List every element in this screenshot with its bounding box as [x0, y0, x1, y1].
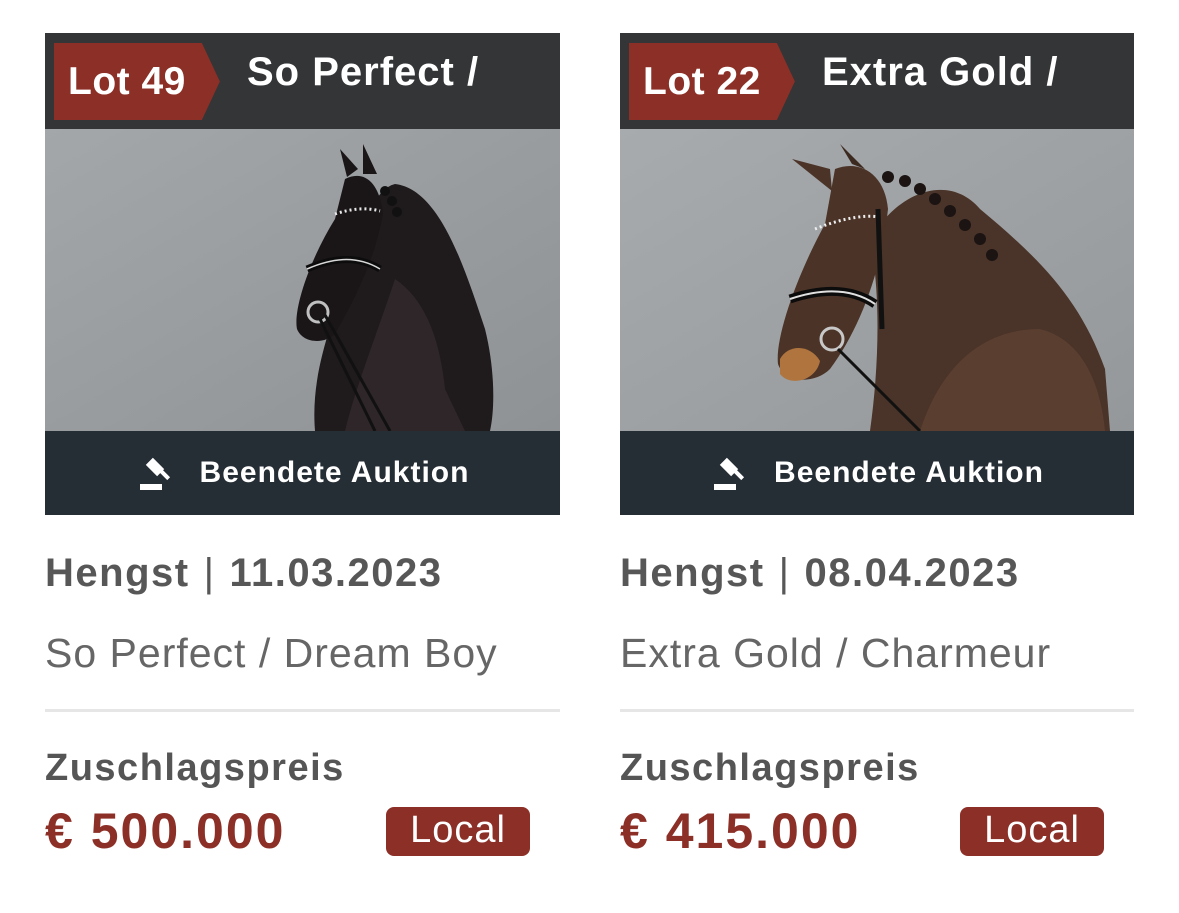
meta-separator: |	[203, 551, 216, 595]
horse-photo[interactable]	[620, 129, 1134, 431]
price-label: Zuschlagspreis	[45, 747, 345, 789]
lot-badge: Lot 22	[629, 43, 795, 120]
card-header: Lot 49 So Perfect /	[45, 33, 560, 129]
price-row: € 500.000 Local	[45, 802, 560, 860]
price-value: € 500.000	[45, 803, 286, 859]
status-bar: Beendete Auktion	[620, 431, 1134, 515]
status-bar: Beendete Auktion	[45, 431, 560, 515]
pedigree: So Perfect / Dream Boy	[45, 630, 498, 676]
local-badge: Local	[386, 806, 530, 856]
sex-label: Hengst	[45, 551, 190, 595]
pedigree: Extra Gold / Charmeur	[620, 630, 1052, 676]
card-title[interactable]: Extra Gold /	[822, 50, 1059, 95]
lot-badge: Lot 49	[54, 43, 220, 120]
local-badge: Local	[960, 806, 1104, 856]
status-label: Beendete Auktion	[774, 456, 1044, 489]
gavel-icon	[710, 453, 750, 493]
card-meta: Hengst | 08.04.2023	[620, 551, 1134, 596]
divider	[620, 709, 1134, 712]
price-row: € 415.000 Local	[620, 802, 1134, 860]
card-header: Lot 22 Extra Gold /	[620, 33, 1134, 129]
card-meta: Hengst | 11.03.2023	[45, 551, 560, 596]
gavel-icon	[136, 453, 176, 493]
horse-image	[620, 129, 1134, 431]
auction-date: 08.04.2023	[804, 551, 1020, 595]
auction-card-lot-22[interactable]: Lot 22 Extra Gold / Beendete Auktion Hen…	[620, 33, 1134, 860]
card-title[interactable]: So Perfect /	[247, 50, 479, 95]
auction-card-lot-49[interactable]: Lot 49 So Perfect / Beendete Auktion Hen…	[45, 33, 560, 860]
divider	[45, 709, 560, 712]
price-label: Zuschlagspreis	[620, 747, 920, 789]
price-value: € 415.000	[620, 803, 861, 859]
sex-label: Hengst	[620, 551, 765, 595]
horse-image	[45, 129, 560, 431]
horse-photo[interactable]	[45, 129, 560, 431]
status-label: Beendete Auktion	[199, 456, 470, 489]
meta-separator: |	[778, 551, 791, 595]
auction-date: 11.03.2023	[229, 551, 443, 595]
